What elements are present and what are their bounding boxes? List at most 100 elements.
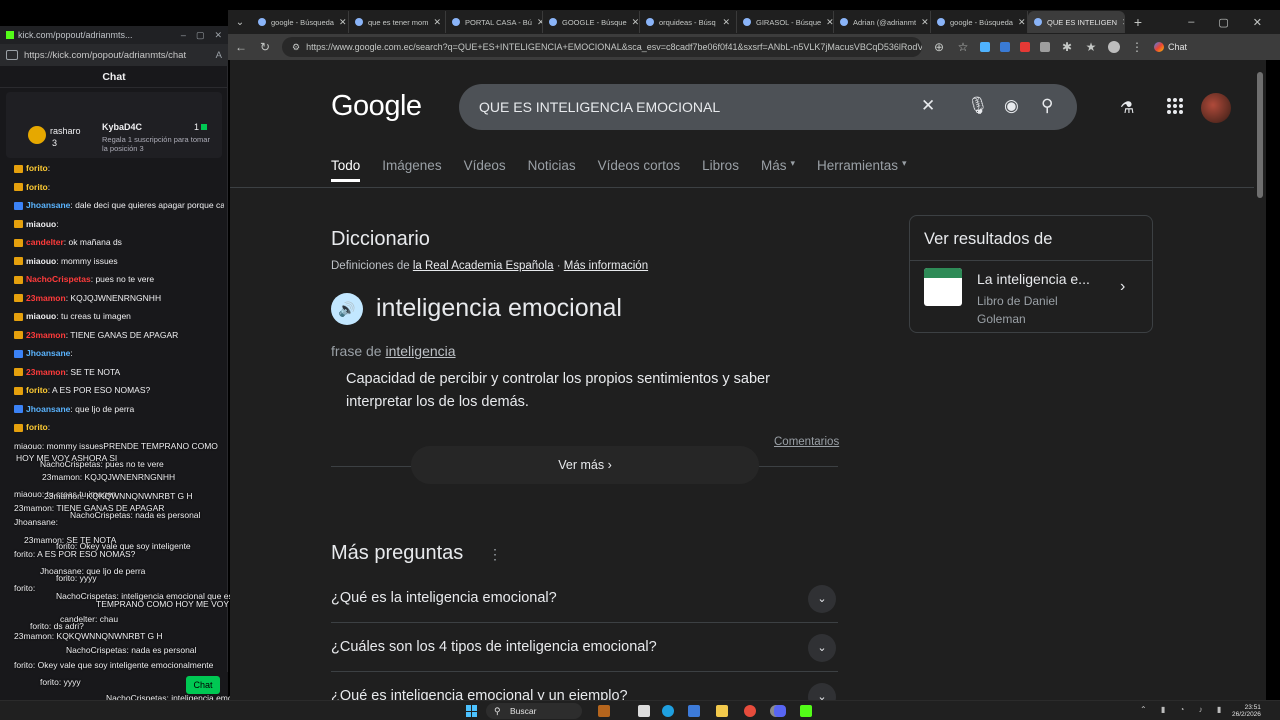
nav-tab[interactable]: Vídeos cortos — [598, 158, 681, 182]
labs-flask-icon[interactable]: ⚗ — [1120, 98, 1134, 118]
chat-username[interactable]: Jhoansane — [26, 200, 70, 210]
tab-search-icon[interactable]: ⌄ — [228, 17, 252, 28]
browser-tab[interactable]: Adrian (@adrianmt ✕ — [834, 11, 931, 33]
tab-close-icon[interactable]: ✕ — [722, 17, 730, 28]
search-icon[interactable]: ⚲ — [1041, 96, 1053, 116]
browser-tab[interactable]: GIRASOL - Búsque ✕ — [737, 11, 834, 33]
faq-item[interactable]: ¿Qué es inteligencia emocional y un ejem… — [331, 672, 838, 700]
see-more-button[interactable]: Ver más › — [411, 446, 759, 484]
extension-icon[interactable] — [1000, 42, 1010, 52]
taskbar-clock[interactable]: 23:51 26/2/2026 — [1232, 704, 1261, 718]
page-scrollbar[interactable] — [1254, 60, 1266, 700]
lens-icon[interactable]: ◉ — [1004, 96, 1019, 116]
chat-username[interactable]: miaouo — [26, 219, 56, 229]
chat-username[interactable]: forito — [26, 385, 48, 395]
discord-icon[interactable] — [774, 705, 786, 717]
more-info-link[interactable]: Más información — [564, 260, 648, 272]
file-icon[interactable] — [638, 705, 650, 717]
book-title[interactable]: La inteligencia e... — [977, 271, 1090, 287]
tab-close-icon[interactable]: ✕ — [1018, 17, 1026, 28]
maximize-icon[interactable]: ▢ — [1218, 16, 1228, 29]
tab-close-icon[interactable]: ✕ — [632, 17, 639, 28]
chevron-down-icon[interactable]: ⌄ — [808, 683, 836, 700]
omnibox[interactable]: ⚙ https://www.google.com.ec/search?q=QUE… — [282, 37, 922, 57]
chat-username[interactable]: NachoCrispetas — [26, 274, 91, 284]
nav-tab[interactable]: Libros — [702, 158, 739, 182]
browser-tab[interactable]: google - Búsqueda ✕ — [931, 11, 1028, 33]
chevron-right-icon[interactable]: › — [1120, 278, 1125, 296]
translate-icon[interactable]: A — [216, 50, 222, 61]
chat-username[interactable]: miaouo — [26, 311, 56, 321]
chat-address-bar[interactable]: https://kick.com/popout/adrianmts/chat A — [0, 44, 228, 66]
folder-icon[interactable] — [716, 705, 728, 717]
search-input[interactable]: QUE ES INTELIGENCIA EMOCIONAL — [479, 99, 720, 115]
chevron-down-icon[interactable]: ⌄ — [808, 634, 836, 662]
tab-close-icon[interactable]: ✕ — [921, 17, 929, 28]
chat-send-button[interactable]: Chat — [186, 676, 220, 694]
scrollbar-thumb[interactable] — [1257, 72, 1263, 198]
chat-username[interactable]: 23mamon — [26, 330, 66, 340]
chat-username[interactable]: 23mamon — [26, 367, 66, 377]
chat-username[interactable]: forito — [26, 422, 48, 432]
gifter-name-2[interactable]: KybaD4C — [102, 122, 142, 132]
profile-avatar[interactable] — [1108, 41, 1120, 53]
edge-icon[interactable] — [662, 705, 674, 717]
tab-close-icon[interactable]: ✕ — [826, 17, 833, 28]
gifter-name-1[interactable]: rasharo — [50, 126, 81, 136]
extensions-puzzle-icon[interactable]: ✱ — [1060, 40, 1074, 54]
windows-start-icon[interactable] — [466, 705, 478, 717]
extension-icon[interactable] — [980, 42, 990, 52]
browser-tab[interactable]: GOOGLE - Búsque ✕ — [543, 11, 640, 33]
comments-link[interactable]: Comentarios — [774, 436, 839, 448]
pronounce-speaker-icon[interactable]: 🔊 — [331, 293, 363, 325]
google-logo[interactable]: Google — [331, 90, 422, 123]
nav-tab[interactable]: Vídeos — [464, 158, 506, 182]
more-options-icon[interactable]: ⋮ — [488, 546, 502, 563]
tab-close-icon[interactable]: ✕ — [339, 17, 347, 28]
store-icon[interactable] — [688, 705, 700, 717]
chat-username[interactable]: forito — [26, 163, 48, 173]
chat-username[interactable]: Jhoansane — [26, 348, 70, 358]
gemini-chat-button[interactable]: Chat — [1154, 42, 1187, 52]
chat-username[interactable]: forito — [26, 182, 48, 192]
book-cover-image[interactable] — [924, 268, 962, 306]
zoom-icon[interactable]: ⊕ — [932, 40, 946, 54]
close-icon[interactable]: ✕ — [214, 30, 222, 41]
system-tray-icons[interactable]: ⌃ ▮ ◔ ♪ ▮ — [1140, 705, 1227, 714]
browser-tab[interactable]: PORTAL CASA - Bú✕ — [446, 11, 543, 33]
site-info-icon[interactable]: ⚙ — [292, 42, 300, 53]
browser-tab[interactable]: orquideas - Búsq ✕ — [640, 11, 737, 33]
browser-tab[interactable]: que es tener mom ✕ — [349, 11, 446, 33]
kick-icon[interactable] — [800, 705, 812, 717]
taskbar-app-icon[interactable] — [598, 705, 610, 717]
browser-tab[interactable]: QUE ES INTELIGEN✕ — [1028, 11, 1125, 33]
reload-icon[interactable]: ↻ — [258, 40, 272, 54]
search-box[interactable]: QUE ES INTELIGENCIA EMOCIONAL ✕ 🎙 ◉ ⚲ — [459, 84, 1077, 130]
nav-tab[interactable]: Herramientas — [817, 158, 898, 182]
bookmarks-icon[interactable]: ★ — [1084, 40, 1098, 54]
extension-icon[interactable] — [1020, 42, 1030, 52]
maximize-icon[interactable]: ▢ — [196, 30, 205, 41]
menu-icon[interactable]: ⋮ — [1130, 40, 1144, 54]
clear-icon[interactable]: ✕ — [921, 96, 935, 116]
rae-link[interactable]: la Real Academia Española — [413, 260, 554, 272]
nav-tab[interactable]: Noticias — [528, 158, 576, 182]
tab-close-icon[interactable]: ✕ — [433, 17, 441, 28]
browser-tab[interactable]: google - Búsqueda ✕ — [252, 11, 349, 33]
chevron-down-icon[interactable]: ⌄ — [808, 585, 836, 613]
chat-username[interactable]: miaouo — [26, 256, 56, 266]
faq-item[interactable]: ¿Qué es la inteligencia emocional? ⌄ — [331, 574, 838, 623]
nav-tab[interactable]: Imágenes — [382, 158, 441, 182]
microphone-icon[interactable]: 🎙 — [967, 96, 989, 116]
bookmark-star-icon[interactable]: ☆ — [956, 40, 970, 54]
extension-icon[interactable] — [1040, 42, 1050, 52]
new-tab-button[interactable]: + — [1125, 14, 1151, 30]
minimize-icon[interactable]: – — [181, 30, 186, 41]
close-icon[interactable]: ✕ — [1253, 16, 1262, 29]
site-info-icon[interactable] — [6, 50, 18, 60]
minimize-icon[interactable]: – — [1188, 16, 1194, 29]
back-icon[interactable]: ← — [234, 40, 248, 54]
apps-grid-icon[interactable] — [1167, 98, 1183, 114]
nav-tab[interactable]: Más — [761, 158, 787, 182]
faq-item[interactable]: ¿Cuáles son los 4 tipos de inteligencia … — [331, 623, 838, 672]
